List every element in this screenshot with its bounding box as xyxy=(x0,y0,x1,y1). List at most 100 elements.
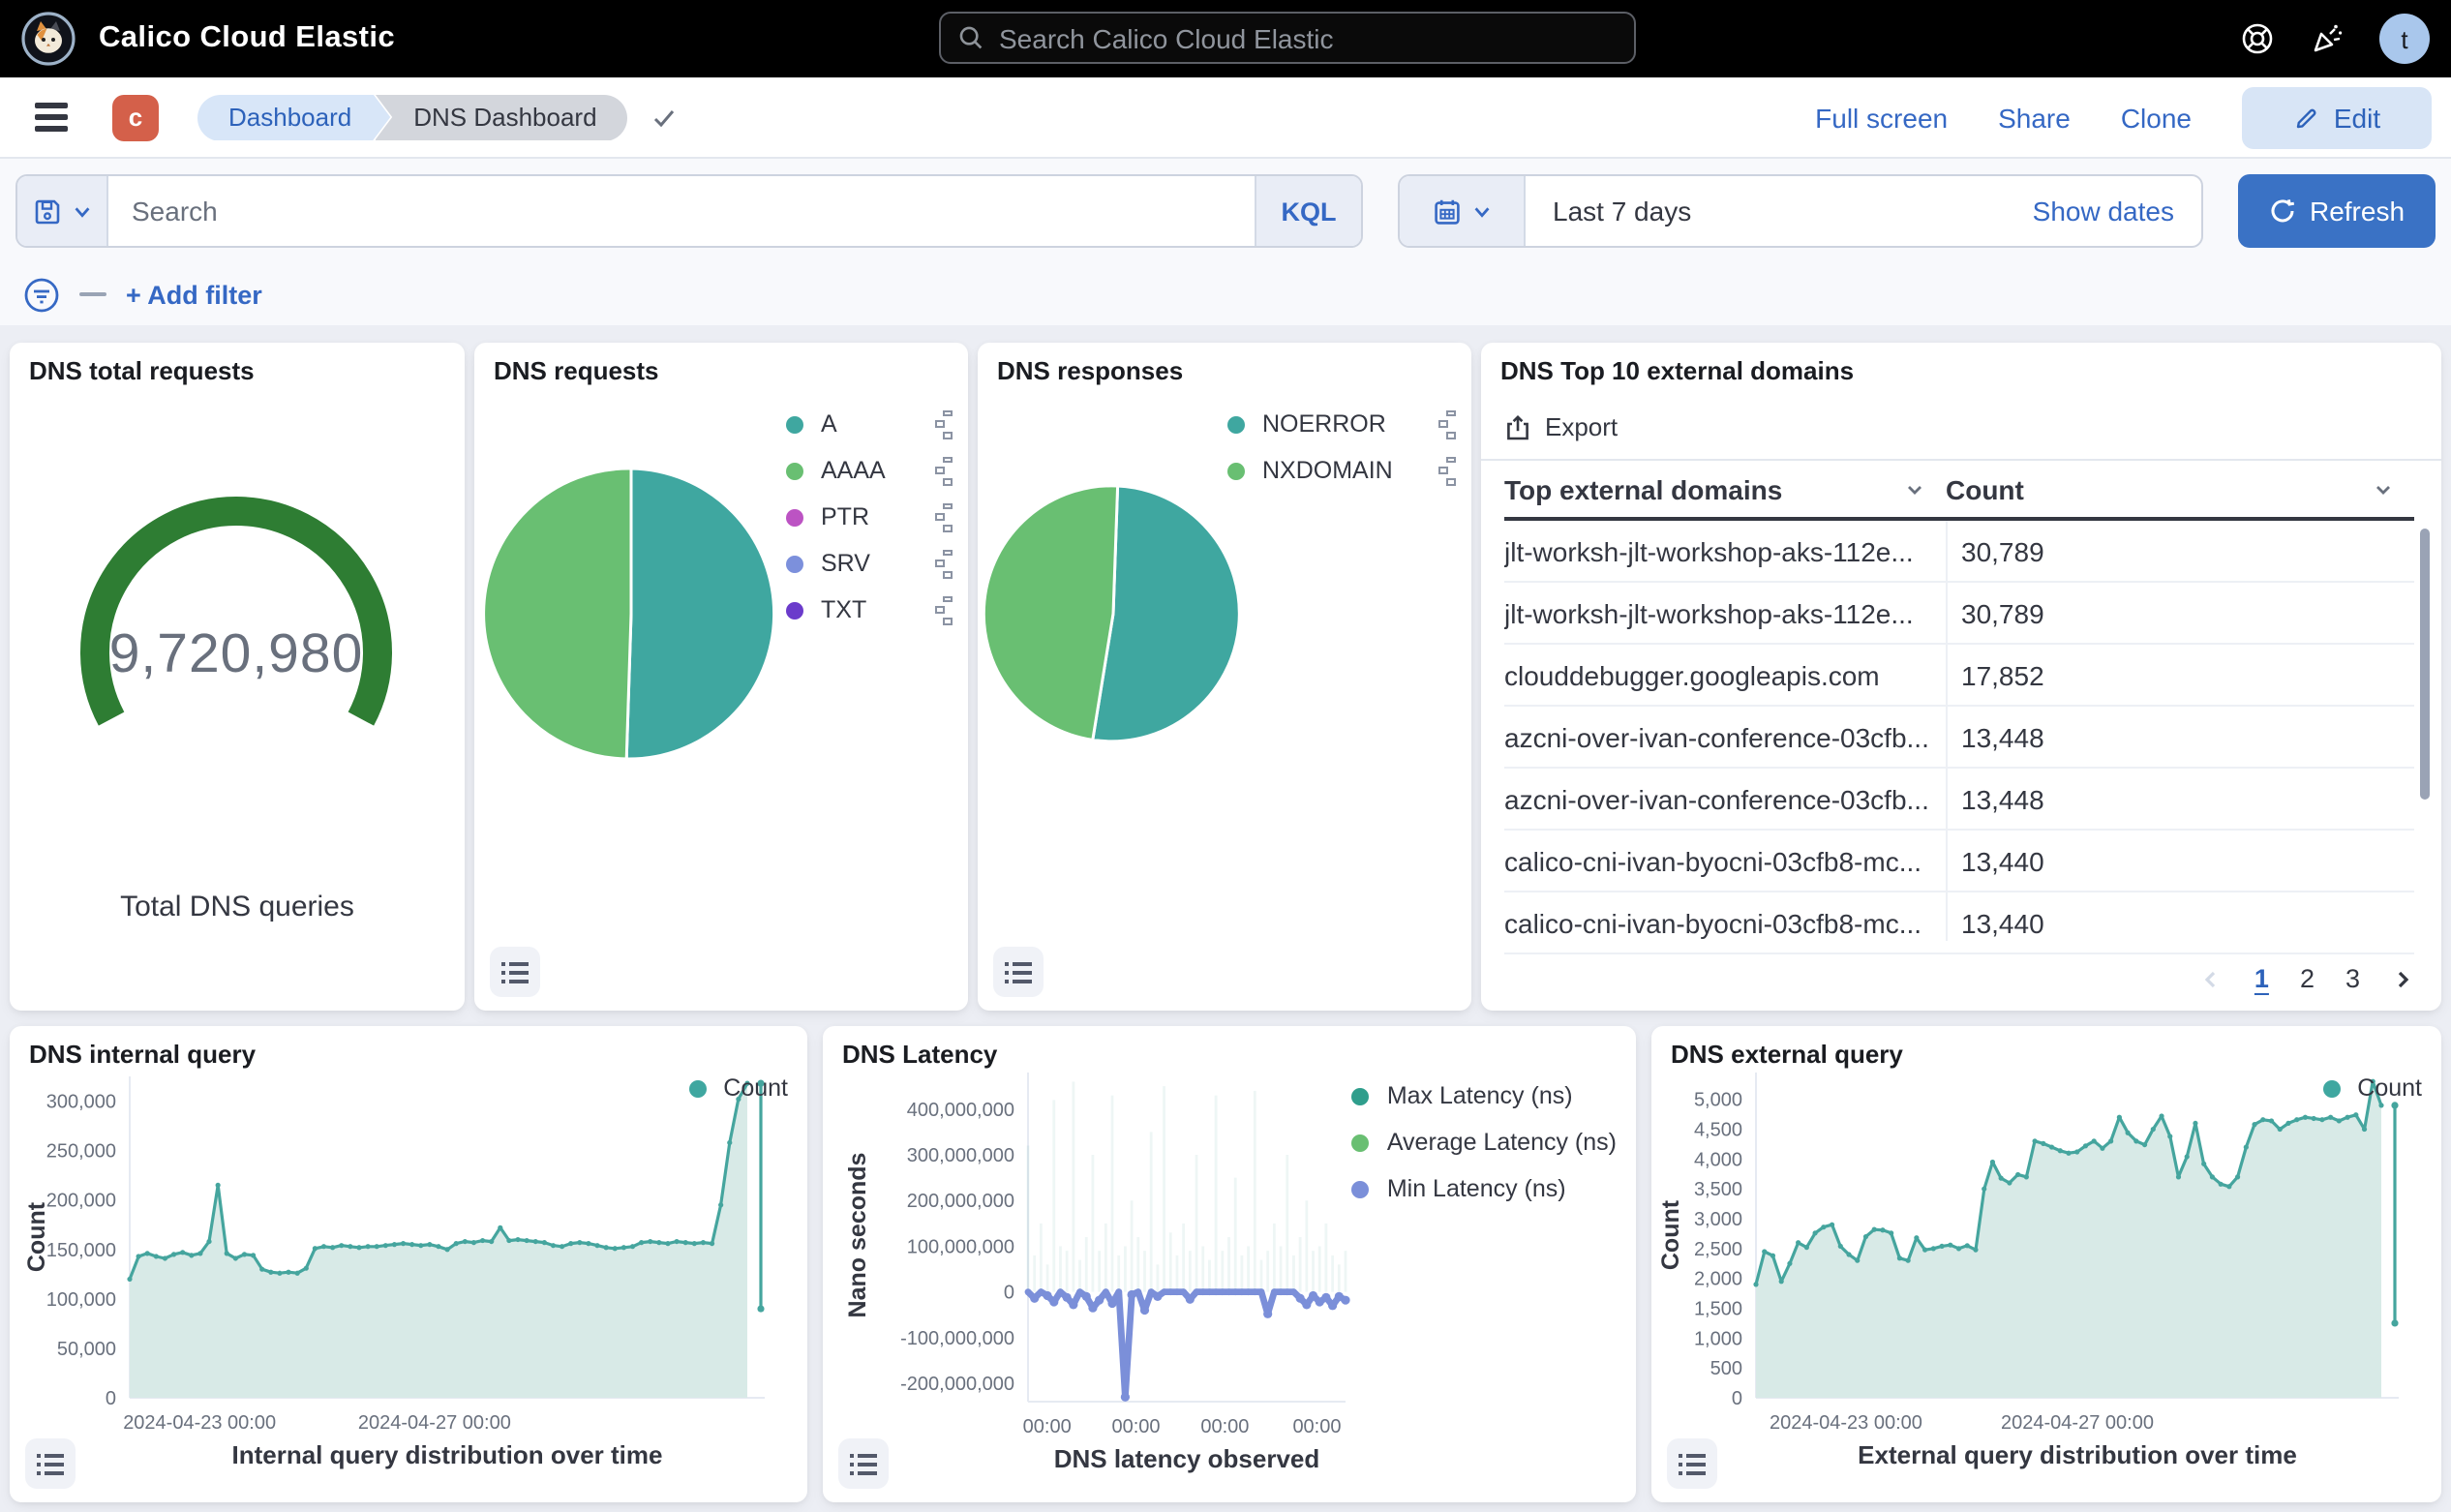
global-search-input[interactable] xyxy=(995,20,1564,55)
filter-icon[interactable] xyxy=(23,276,60,313)
legend-item-label: Min Latency (ns) xyxy=(1387,1175,1617,1202)
svg-text:00:00: 00:00 xyxy=(1023,1416,1072,1437)
user-avatar[interactable]: t xyxy=(2379,14,2430,64)
panel-list-button[interactable] xyxy=(1667,1438,1717,1489)
breadcrumb-bar: c Dashboard DNS Dashboard Full screen Sh… xyxy=(0,77,2451,159)
x-axis-label: Internal query distribution over time xyxy=(130,1440,765,1469)
refresh-button-label: Refresh xyxy=(2310,196,2405,227)
panel-dns-latency: DNS Latency 400,000,000300,000,000200,00… xyxy=(823,1026,1636,1502)
legend-action-icon[interactable] xyxy=(1438,409,1456,438)
add-filter-link[interactable]: + Add filter xyxy=(126,280,262,309)
kql-button[interactable]: KQL xyxy=(1255,176,1361,246)
calico-logo[interactable] xyxy=(21,12,76,66)
count-cell: 13,440 xyxy=(1961,907,2414,938)
column-header-domains[interactable]: Top external domains xyxy=(1504,474,1946,505)
list-icon xyxy=(1005,959,1032,984)
domain-cell: azcni-over-ivan-conference-03cfb... xyxy=(1504,783,1961,814)
dashboard-grid: DNS total requests 9,720,980 Total DNS q… xyxy=(0,325,2451,1512)
global-search[interactable] xyxy=(939,12,1636,64)
legend-item-label: Count xyxy=(2357,1074,2422,1102)
table-scrollbar[interactable] xyxy=(2420,529,2430,800)
page-3[interactable]: 3 xyxy=(2345,964,2360,993)
legend-item[interactable]: AAAA xyxy=(786,447,953,494)
legend-item[interactable]: TXT xyxy=(786,587,953,633)
table-row[interactable]: calico-cni-ivan-byocni-03cfb8-mc... 13,4… xyxy=(1504,831,2414,892)
pagination-prev-icon[interactable] xyxy=(2200,967,2224,990)
breadcrumb-dashboard[interactable]: Dashboard xyxy=(197,94,390,140)
panel-title: DNS total requests xyxy=(29,356,255,385)
legend-action-icon[interactable] xyxy=(935,456,953,485)
legend-item[interactable]: PTR xyxy=(786,494,953,540)
saved-query-menu[interactable] xyxy=(17,176,108,246)
legend-action-icon[interactable] xyxy=(1438,456,1456,485)
legend-item[interactable]: NOERROR xyxy=(1227,401,1456,447)
legend-item[interactable]: Max Latency (ns) xyxy=(1352,1073,1617,1119)
export-button[interactable]: Export xyxy=(1504,412,1618,441)
panel-list-button[interactable] xyxy=(25,1438,76,1489)
breadcrumb-dns-dashboard[interactable]: DNS Dashboard xyxy=(375,94,627,140)
y-axis-label: Count xyxy=(23,1121,50,1353)
legend-action-icon[interactable] xyxy=(935,409,953,438)
legend-action-icon[interactable] xyxy=(935,595,953,624)
sort-chevron-icon[interactable] xyxy=(2372,478,2395,501)
panel-dns-requests: DNS requests A AAAA xyxy=(474,343,968,1011)
legend-item-label: TXT xyxy=(821,596,916,623)
legend-color-dot xyxy=(786,555,803,572)
time-range-value[interactable]: Last 7 days xyxy=(1526,196,1691,227)
share-link[interactable]: Share xyxy=(1998,102,2071,133)
pagination-next-icon[interactable] xyxy=(2391,967,2414,990)
table-row[interactable]: jlt-worksh-jlt-workshop-aks-112e... 30,7… xyxy=(1504,583,2414,645)
legend-color-dot xyxy=(786,601,803,619)
query-input[interactable] xyxy=(108,176,1255,246)
divider xyxy=(1481,459,2441,461)
legend-item[interactable]: Average Latency (ns) xyxy=(1352,1119,1617,1165)
legend-item[interactable]: SRV xyxy=(786,540,953,587)
page-1[interactable]: 1 xyxy=(2254,964,2269,993)
refresh-button[interactable]: Refresh xyxy=(2238,174,2436,248)
search-icon xyxy=(958,25,983,50)
legend-item[interactable]: Count xyxy=(2322,1065,2422,1111)
help-icon[interactable] xyxy=(2240,21,2275,56)
legend-action-icon[interactable] xyxy=(935,549,953,578)
svg-text:0: 0 xyxy=(1004,1283,1014,1304)
legend-item[interactable]: A xyxy=(786,401,953,447)
legend: Max Latency (ns) Average Latency (ns) Mi… xyxy=(1352,1073,1617,1212)
clone-link[interactable]: Clone xyxy=(2121,102,2192,133)
table-row[interactable]: clouddebugger.googleapis.com 17,852 xyxy=(1504,645,2414,707)
panel-title: DNS external query xyxy=(1671,1040,1903,1069)
page-2[interactable]: 2 xyxy=(2300,964,2315,993)
list-icon xyxy=(850,1451,877,1476)
legend-item-label: Average Latency (ns) xyxy=(1387,1129,1617,1156)
legend-item[interactable]: Count xyxy=(688,1065,788,1111)
legend: Count xyxy=(688,1065,788,1111)
table-row[interactable]: jlt-worksh-jlt-workshop-aks-112e... 30,7… xyxy=(1504,521,2414,583)
show-dates-link[interactable]: Show dates xyxy=(2033,196,2201,227)
svg-text:300,000,000: 300,000,000 xyxy=(907,1145,1014,1166)
legend-item[interactable]: NXDOMAIN xyxy=(1227,447,1456,494)
panel-dns-total-requests: DNS total requests 9,720,980 Total DNS q… xyxy=(10,343,465,1011)
menu-icon[interactable] xyxy=(35,103,68,132)
count-cell: 13,448 xyxy=(1961,721,2414,752)
legend-item[interactable]: Min Latency (ns) xyxy=(1352,1165,1617,1212)
calendar-menu[interactable] xyxy=(1400,176,1526,246)
query-area: KQL Last 7 d xyxy=(0,159,2451,325)
news-icon[interactable] xyxy=(2310,21,2345,56)
column-header-count[interactable]: Count xyxy=(1946,474,2414,505)
app-title: Calico Cloud Elastic xyxy=(99,21,395,56)
domain-cell: jlt-worksh-jlt-workshop-aks-112e... xyxy=(1504,597,1961,628)
svg-text:100,000: 100,000 xyxy=(46,1289,116,1311)
table-row[interactable]: azcni-over-ivan-conference-03cfb... 13,4… xyxy=(1504,769,2414,831)
count-cell: 30,789 xyxy=(1961,535,2414,566)
sort-chevron-icon[interactable] xyxy=(1903,478,1926,501)
legend-action-icon[interactable] xyxy=(935,502,953,531)
full-screen-link[interactable]: Full screen xyxy=(1815,102,1948,133)
edit-button[interactable]: Edit xyxy=(2242,86,2432,148)
space-badge[interactable]: c xyxy=(112,94,159,140)
table-row[interactable]: azcni-over-ivan-conference-03cfb... 13,4… xyxy=(1504,707,2414,769)
svg-text:5,000: 5,000 xyxy=(1694,1090,1742,1111)
table-row[interactable]: calico-cni-ivan-byocni-03cfb8-mc... 13,4… xyxy=(1504,892,2414,954)
panel-list-button[interactable] xyxy=(838,1438,889,1489)
panel-list-button[interactable] xyxy=(993,947,1044,997)
legend-color-dot xyxy=(1352,1180,1370,1197)
panel-list-button[interactable] xyxy=(490,947,540,997)
